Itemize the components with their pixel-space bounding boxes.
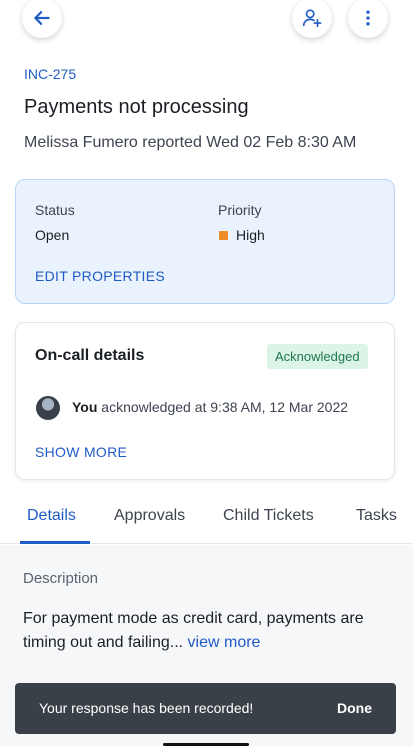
vertical-dots-icon <box>366 10 370 26</box>
priority-indicator <box>219 231 228 240</box>
oncall-title: On-call details <box>35 347 145 364</box>
status-label: Status <box>35 202 75 218</box>
person-add-icon <box>302 9 322 28</box>
priority-label: Priority <box>218 202 262 218</box>
status-value: Open <box>35 227 70 243</box>
arrow-left-icon <box>34 11 50 25</box>
more-options-button[interactable] <box>348 0 388 38</box>
priority-value: High <box>236 227 265 243</box>
description-text: For payment mode as credit card, payment… <box>23 607 393 655</box>
toast: Your response has been recorded! Done <box>15 683 396 734</box>
active-tab-indicator <box>20 541 90 544</box>
back-button[interactable] <box>22 0 62 38</box>
ack-text: acknowledged at 9:38 AM, 12 Mar 2022 <box>101 399 349 415</box>
tab-details[interactable]: Details <box>27 507 76 525</box>
oncall-card: On-call details Acknowledged You acknowl… <box>15 322 395 480</box>
toast-message: Your response has been recorded! <box>39 700 254 716</box>
edit-properties-button[interactable]: EDIT PROPERTIES <box>35 268 165 284</box>
show-more-button[interactable]: SHOW MORE <box>35 444 127 460</box>
avatar <box>36 396 60 420</box>
view-more-link[interactable]: view more <box>188 634 261 651</box>
assign-user-button[interactable] <box>292 0 332 38</box>
toast-done-button[interactable]: Done <box>337 700 372 716</box>
status-badge: Acknowledged <box>267 344 368 369</box>
reporter-line: Melissa Fumero reported Wed 02 Feb 8:30 … <box>24 134 357 151</box>
tab-bar: Details Approvals Child Tickets Tasks <box>0 497 413 544</box>
tab-child-tickets[interactable]: Child Tickets <box>223 507 314 525</box>
description-label: Description <box>23 570 99 587</box>
actor-name: You <box>72 399 98 415</box>
ticket-id: INC-275 <box>24 66 77 82</box>
properties-card: Status Open Priority High EDIT PROPERTIE… <box>15 179 395 304</box>
acknowledgement-line: You acknowledged at 9:38 AM, 12 Mar 2022 <box>72 399 348 415</box>
tab-approvals[interactable]: Approvals <box>114 507 185 525</box>
ticket-title: Payments not processing <box>24 96 249 118</box>
tab-tasks[interactable]: Tasks <box>356 507 397 525</box>
top-bar <box>0 0 413 48</box>
